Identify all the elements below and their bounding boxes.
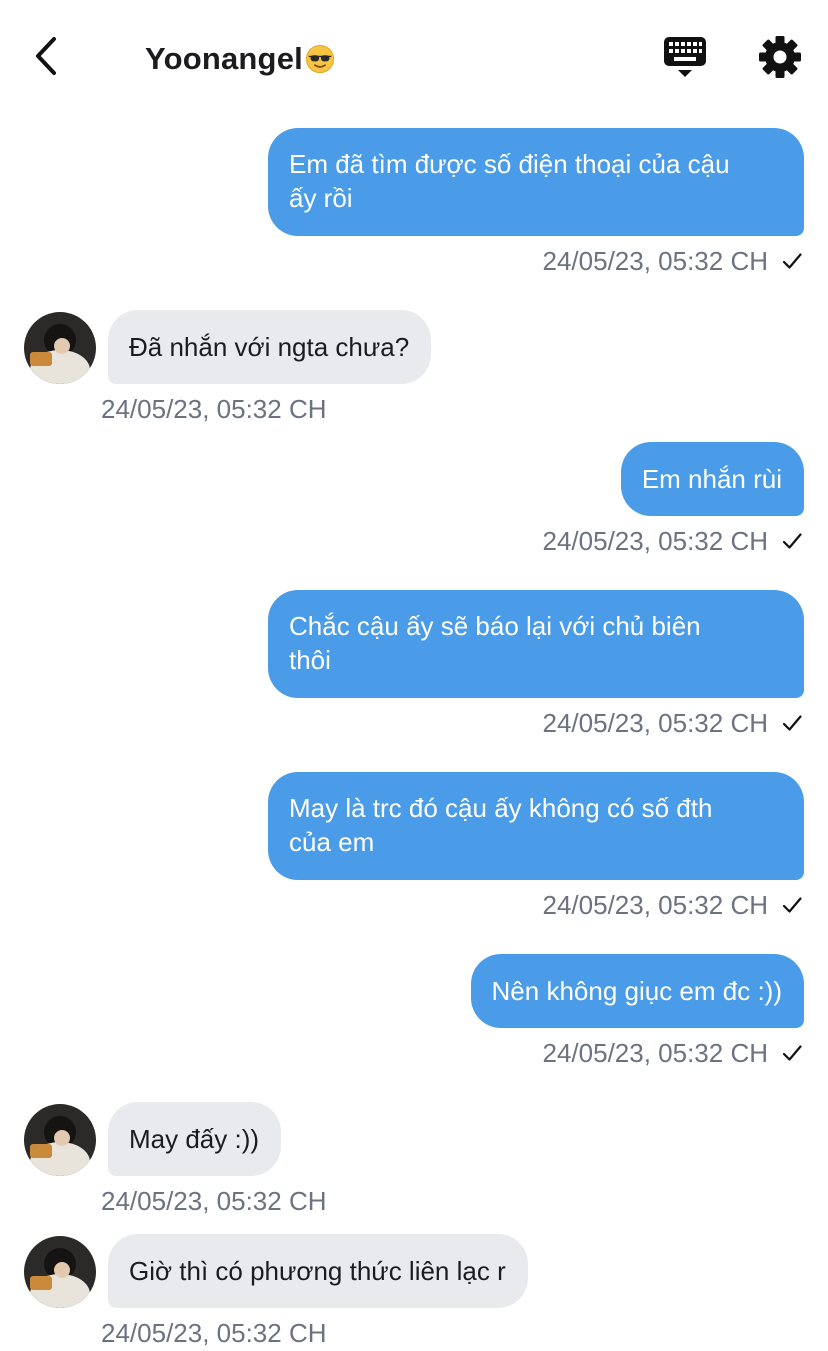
keyboard-icon	[664, 37, 706, 77]
checkmark-icon	[782, 715, 802, 731]
timestamp-text: 24/05/23, 05:32 CH	[542, 1037, 769, 1068]
message-text-line: của em	[289, 827, 375, 857]
checkmark-icon	[782, 533, 802, 549]
timestamp-text: 24/05/23, 05:32 CH	[542, 707, 769, 738]
incoming-message-bubble[interactable]: May đấy :))	[108, 1102, 282, 1176]
message-timestamp: 24/05/23, 05:32 CH	[543, 888, 805, 922]
message-text-line: ấy rồi	[289, 183, 353, 213]
message-timestamp: 24/05/23, 05:32 CH	[101, 1316, 327, 1350]
chat-header: Yoonangel	[0, 0, 828, 110]
outgoing-message-bubble[interactable]: May là trc đó cậu ấy không có số đth của…	[268, 772, 804, 880]
message-timestamp: 24/05/23, 05:32 CH	[101, 392, 327, 426]
outgoing-message-bubble[interactable]: Chắc cậu ấy sẽ báo lại với chủ biên thôi	[268, 590, 804, 698]
message-text: Giờ thì có phương thức liên lạc r	[129, 1256, 506, 1286]
chevron-left-icon	[36, 37, 56, 75]
message-timestamp: 24/05/23, 05:32 CH	[543, 1036, 805, 1070]
checkmark-icon	[782, 1045, 802, 1061]
avatar[interactable]	[24, 1104, 96, 1176]
contact-avatar-image	[24, 1104, 96, 1176]
contact-avatar-image	[24, 312, 96, 384]
timestamp-text: 24/05/23, 05:32 CH	[101, 1317, 327, 1348]
timestamp-text: 24/05/23, 05:32 CH	[542, 525, 769, 556]
avatar[interactable]	[24, 1236, 96, 1308]
incoming-message-bubble[interactable]: Đã nhắn với ngta chưa?	[108, 310, 432, 384]
message-text: Nên không giục em đc :))	[491, 976, 782, 1006]
message-text: Em nhắn rùi	[641, 464, 782, 494]
timestamp-text: 24/05/23, 05:32 CH	[101, 1185, 327, 1216]
keyboard-button[interactable]	[660, 34, 710, 80]
message-text-line: thôi	[289, 645, 331, 675]
back-button[interactable]	[22, 32, 70, 80]
outgoing-message-bubble[interactable]: Em đã tìm được số điện thoại của cậu ấy …	[268, 128, 804, 236]
checkmark-icon	[782, 897, 802, 913]
message-text-line: Chắc cậu ấy sẽ báo lại với chủ biên	[289, 611, 701, 641]
sunglasses-emoji-icon	[305, 44, 335, 74]
message-text: May đấy :))	[129, 1124, 260, 1154]
message-timestamp: 24/05/23, 05:32 CH	[543, 706, 805, 740]
settings-button[interactable]	[756, 33, 804, 81]
checkmark-icon	[782, 253, 802, 269]
message-timestamp: 24/05/23, 05:32 CH	[543, 524, 805, 558]
timestamp-text: 24/05/23, 05:32 CH	[101, 393, 327, 424]
message-text-line: May là trc đó cậu ấy không có số đth	[289, 793, 713, 823]
conversation-title[interactable]: Yoonangel	[145, 36, 335, 82]
message-timestamp: 24/05/23, 05:32 CH	[101, 1184, 327, 1218]
timestamp-text: 24/05/23, 05:32 CH	[542, 889, 769, 920]
outgoing-message-bubble[interactable]: Nên không giục em đc :))	[470, 954, 804, 1028]
page-title: Yoonangel	[145, 41, 303, 76]
message-timestamp: 24/05/23, 05:32 CH	[543, 244, 805, 278]
avatar[interactable]	[24, 312, 96, 384]
timestamp-text: 24/05/23, 05:32 CH	[542, 245, 769, 276]
incoming-message-bubble[interactable]: Giờ thì có phương thức liên lạc r	[108, 1234, 528, 1308]
contact-avatar-image	[24, 1236, 96, 1308]
outgoing-message-bubble[interactable]: Em nhắn rùi	[620, 442, 804, 516]
message-text-line: Em đã tìm được số điện thoại của cậu	[289, 149, 730, 179]
gear-icon	[759, 36, 801, 78]
message-text: Đã nhắn với ngta chưa?	[129, 332, 410, 362]
